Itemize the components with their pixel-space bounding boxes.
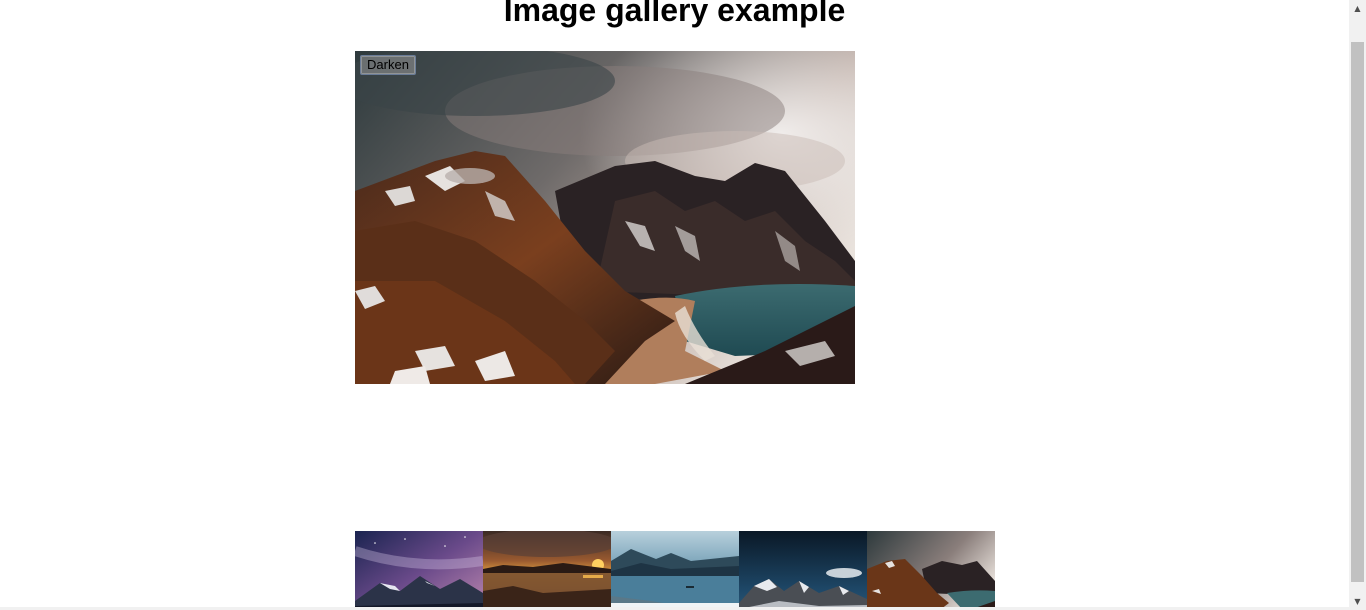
thumbnail-bar [355, 531, 995, 610]
scroll-down-icon[interactable]: ▼ [1349, 593, 1366, 610]
thumb-mountains-lake-beach[interactable] [867, 531, 995, 610]
thumb-snowy-peaks[interactable] [739, 531, 867, 610]
darken-button[interactable]: Darken [360, 55, 416, 75]
scroll-up-icon[interactable]: ▲ [1349, 0, 1366, 17]
vertical-scrollbar[interactable]: ▲ ▼ [1349, 0, 1366, 610]
thumb-sunset-lake[interactable] [483, 531, 611, 610]
displayed-image [355, 51, 855, 384]
thumb-milky-way-mountains[interactable] [355, 531, 483, 610]
page-title: Image gallery example [503, 0, 846, 28]
page-viewport: Image gallery example Darken [0, 0, 1349, 610]
scrollbar-thumb[interactable] [1351, 42, 1364, 582]
thumb-misty-lake-boat[interactable] [611, 531, 739, 610]
